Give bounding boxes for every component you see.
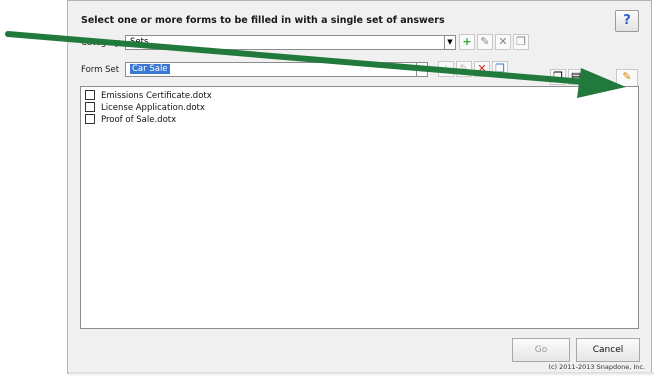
edit-pencil-icon[interactable]: ✎ <box>477 34 493 50</box>
list-item[interactable]: License Application.dotx <box>85 101 205 114</box>
add-icon[interactable]: + <box>438 61 454 77</box>
copyright-text: (c) 2011-2013 Snapdone, Inc. <box>548 363 645 371</box>
checkbox[interactable] <box>85 113 95 124</box>
forms-list[interactable]: Emissions Certificate.dotx License Appli… <box>80 86 639 329</box>
save-icon[interactable]: ▤ <box>568 69 584 85</box>
dialog-window: Select one or more forms to be filled in… <box>67 0 652 374</box>
delete-x-icon[interactable]: ✕ <box>495 34 511 50</box>
list-item[interactable]: Proof of Sale.dotx <box>85 113 176 126</box>
edit-pencil-icon[interactable]: ✎ <box>456 61 472 77</box>
form-set-label: Form Set <box>81 65 120 75</box>
cancel-button[interactable]: Cancel <box>576 338 640 362</box>
dialog-header: Select one or more forms to be filled in… <box>81 15 445 26</box>
category-select[interactable]: Sets ▼ <box>125 35 456 50</box>
go-button[interactable]: Go <box>512 338 570 362</box>
checkbox[interactable] <box>85 101 95 112</box>
help-button[interactable]: ? <box>615 10 639 32</box>
form-set-value: Car Sale <box>130 64 170 74</box>
copy-icon[interactable]: ❐ <box>513 34 529 50</box>
dropdown-arrow-icon[interactable]: ▼ <box>444 35 456 50</box>
copy-icon[interactable]: ❐ <box>492 61 508 77</box>
checkbox[interactable] <box>85 89 95 100</box>
dropdown-arrow-icon[interactable]: ▼ <box>416 62 428 77</box>
list-item[interactable]: Emissions Certificate.dotx <box>85 89 212 102</box>
add-icon[interactable]: + <box>459 34 475 50</box>
form-set-select[interactable]: Car Sale ▼ <box>125 62 428 77</box>
copy-icon[interactable]: ❐ <box>550 69 566 85</box>
delete-x-icon[interactable]: ✕ <box>474 61 490 77</box>
dialog-shadow <box>69 372 654 376</box>
category-label: Category <box>81 38 120 48</box>
category-value: Sets <box>130 37 149 47</box>
